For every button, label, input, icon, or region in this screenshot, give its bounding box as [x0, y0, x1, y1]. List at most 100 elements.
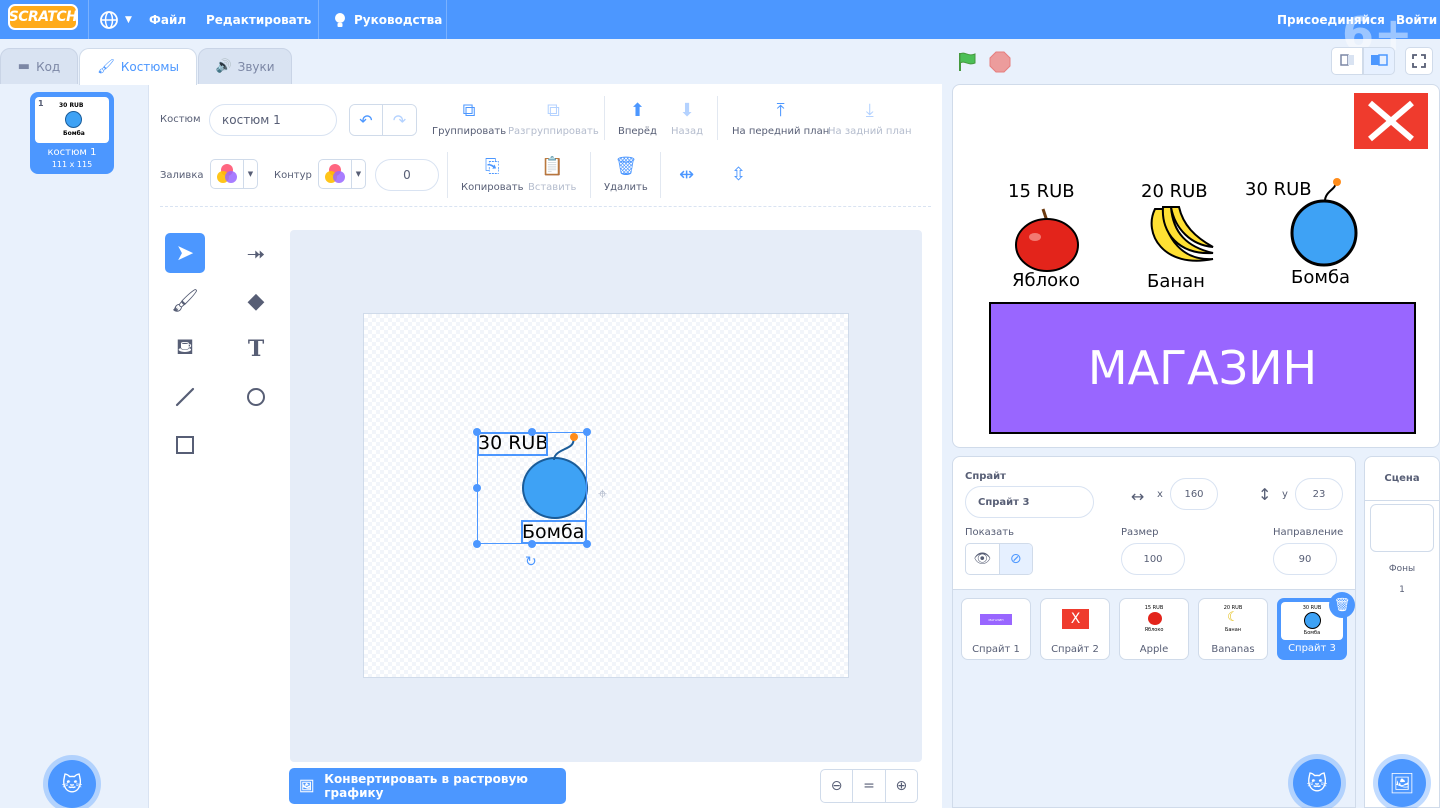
green-flag-button[interactable] — [955, 50, 979, 74]
zoom-in-icon: ⊕ — [895, 778, 908, 794]
shop-banner[interactable]: МАГАЗИН — [989, 302, 1416, 434]
rotate-handle[interactable]: ↻ — [525, 554, 537, 570]
toolbar-divider — [604, 96, 605, 140]
delete-button[interactable]: 🗑 Удалить — [604, 158, 648, 194]
flip-horizontal-icon: ⇹ — [679, 164, 695, 185]
sprite-tile[interactable]: 20 RUB ☾ Банан Bananas — [1198, 598, 1268, 660]
fullscreen-button[interactable] — [1405, 47, 1433, 75]
direction-input[interactable]: 90 — [1273, 543, 1337, 575]
undo-button[interactable]: ↶ — [350, 105, 384, 135]
menu-divider — [88, 0, 89, 39]
file-menu[interactable]: Файл — [149, 0, 186, 39]
bring-to-front-button[interactable]: ⤒ На передний план — [732, 102, 829, 138]
forward-button[interactable]: ⬆ Вперёд — [618, 102, 657, 138]
stop-button[interactable] — [989, 51, 1011, 73]
stage-selector[interactable]: Сцена Фоны 1 🖼 — [1364, 456, 1440, 808]
backward-button[interactable]: ⬇ Назад — [671, 102, 703, 138]
resize-handle[interactable] — [583, 540, 591, 548]
tab-sounds[interactable]: 🔊 Звуки — [198, 48, 292, 85]
tab-code-label: Код — [36, 59, 61, 74]
language-menu[interactable]: ▼ — [99, 0, 132, 39]
rectangle-tool[interactable] — [165, 425, 205, 465]
zoom-in-button[interactable]: ⊕ — [886, 770, 917, 802]
sprite-tile[interactable]: X Спрайт 2 — [1040, 598, 1110, 660]
circle-tool[interactable] — [236, 377, 276, 417]
resize-handle[interactable] — [473, 428, 481, 436]
send-to-back-button[interactable]: ⤓ На задний план — [828, 102, 912, 138]
edit-menu[interactable]: Редактировать — [206, 0, 311, 39]
toolbar-separator — [160, 206, 931, 207]
zoom-out-button[interactable]: ⊖ — [821, 770, 854, 802]
paste-button[interactable]: 📋 Вставить — [528, 158, 576, 194]
copy-button[interactable]: ⎘ Копировать — [461, 158, 524, 194]
backdrops-count: 1 — [1399, 585, 1405, 595]
bomb-label: Бомба — [1291, 267, 1351, 288]
sprite-name-input[interactable]: Спрайт 3 — [965, 486, 1094, 518]
large-stage-button[interactable] — [1363, 47, 1395, 75]
y-input[interactable]: 23 — [1295, 478, 1343, 510]
canvas-area[interactable]: 30 RUB Бомба ↻ ⌖ — [290, 230, 922, 762]
x-input[interactable]: 160 — [1170, 478, 1218, 510]
flip-vertical-icon: ⇳ — [731, 164, 747, 185]
group-button[interactable]: ⧉ Группировать — [432, 102, 507, 138]
brush-tool[interactable]: 🖌 — [165, 281, 205, 321]
choose-backdrop-button[interactable]: 🖼 — [1378, 759, 1426, 807]
text-tool[interactable]: T — [236, 329, 276, 369]
hide-button[interactable]: ⊘ — [999, 544, 1032, 574]
zoom-reset-button[interactable]: = — [853, 770, 886, 802]
resize-handle[interactable] — [473, 484, 481, 492]
redo-button[interactable]: ↷ — [383, 105, 416, 135]
show-button[interactable]: 👁 — [966, 544, 1000, 574]
outline-width-input[interactable]: 0 — [375, 159, 439, 191]
tutorials-menu[interactable]: Руководства — [332, 0, 442, 39]
tab-costumes[interactable]: 🖌 Костюмы — [79, 48, 197, 85]
costume-name-input[interactable]: костюм 1 — [209, 104, 337, 136]
sprite-tile[interactable]: МАГАЗИН Спрайт 1 — [961, 598, 1031, 660]
fill-swatch-icon — [211, 160, 243, 188]
undo-icon: ↶ — [359, 110, 373, 130]
convert-bitmap-button[interactable]: 🖼 Конвертировать в растровую графику — [289, 768, 566, 804]
eye-icon: 👁 — [973, 551, 992, 567]
eraser-icon: ◆ — [247, 288, 265, 314]
costume-item[interactable]: 1 30 RUB Бомба костюм 1 111 x 115 — [30, 92, 114, 174]
toolbar-divider — [717, 96, 718, 140]
sprite-thumb-label: Яблоко — [1144, 627, 1164, 633]
fill-color-picker[interactable]: ▼ — [210, 159, 258, 189]
select-tool[interactable]: ➤ — [165, 233, 205, 273]
reshape-tool[interactable]: ⯮ — [236, 233, 276, 273]
sprite-thumbnail: X — [1062, 609, 1089, 629]
tutorials-label: Руководства — [354, 12, 443, 27]
group-label: Группировать — [432, 126, 507, 137]
circle-icon — [247, 388, 265, 406]
choose-costume-button[interactable]: 🐱 — [48, 760, 96, 808]
artboard[interactable]: 30 RUB Бомба ↻ ⌖ — [363, 313, 849, 678]
choose-sprite-button[interactable]: 🐱 — [1293, 759, 1341, 807]
scratch-logo[interactable]: SCRATCH — [8, 4, 78, 30]
globe-icon — [100, 10, 118, 29]
line-tool[interactable] — [165, 377, 205, 417]
small-stage-button[interactable] — [1331, 47, 1363, 75]
delete-sprite-button[interactable]: 🗑 — [1329, 592, 1355, 618]
backdrop-thumbnail[interactable] — [1370, 504, 1434, 552]
scene-title: Сцена — [1365, 457, 1439, 501]
toolbar-divider — [447, 152, 448, 198]
flip-horizontal-button[interactable]: ⇹ — [679, 164, 694, 185]
resize-handle[interactable] — [583, 428, 591, 436]
size-input[interactable]: 100 — [1121, 543, 1185, 575]
eraser-tool[interactable]: ◆ — [236, 281, 276, 321]
line-icon — [175, 387, 195, 407]
resize-handle[interactable] — [473, 540, 481, 548]
close-sprite-box[interactable] — [1354, 93, 1428, 149]
resize-handle[interactable] — [528, 540, 536, 548]
ungroup-button[interactable]: ⧉ Разгруппировать — [508, 102, 599, 138]
flip-vertical-button[interactable]: ⇳ — [731, 164, 746, 185]
banana-icon — [1150, 206, 1214, 262]
tab-code[interactable]: ▬ Код — [0, 48, 78, 85]
paint-editor: Костюм костюм 1 ↶ ↷ ⧉ Группировать ⧉ Раз… — [149, 84, 942, 808]
fill-tool[interactable]: ⛾ — [165, 329, 205, 369]
resize-handle[interactable] — [528, 428, 536, 436]
sprite-tile[interactable]: 15 RUB Яблоко Apple — [1119, 598, 1189, 660]
stage[interactable]: 15 RUB Яблоко 20 RUB Банан 30 RUB Бомба … — [952, 84, 1440, 448]
outline-color-picker[interactable]: ▼ — [318, 159, 366, 189]
copy-label: Копировать — [461, 182, 524, 193]
